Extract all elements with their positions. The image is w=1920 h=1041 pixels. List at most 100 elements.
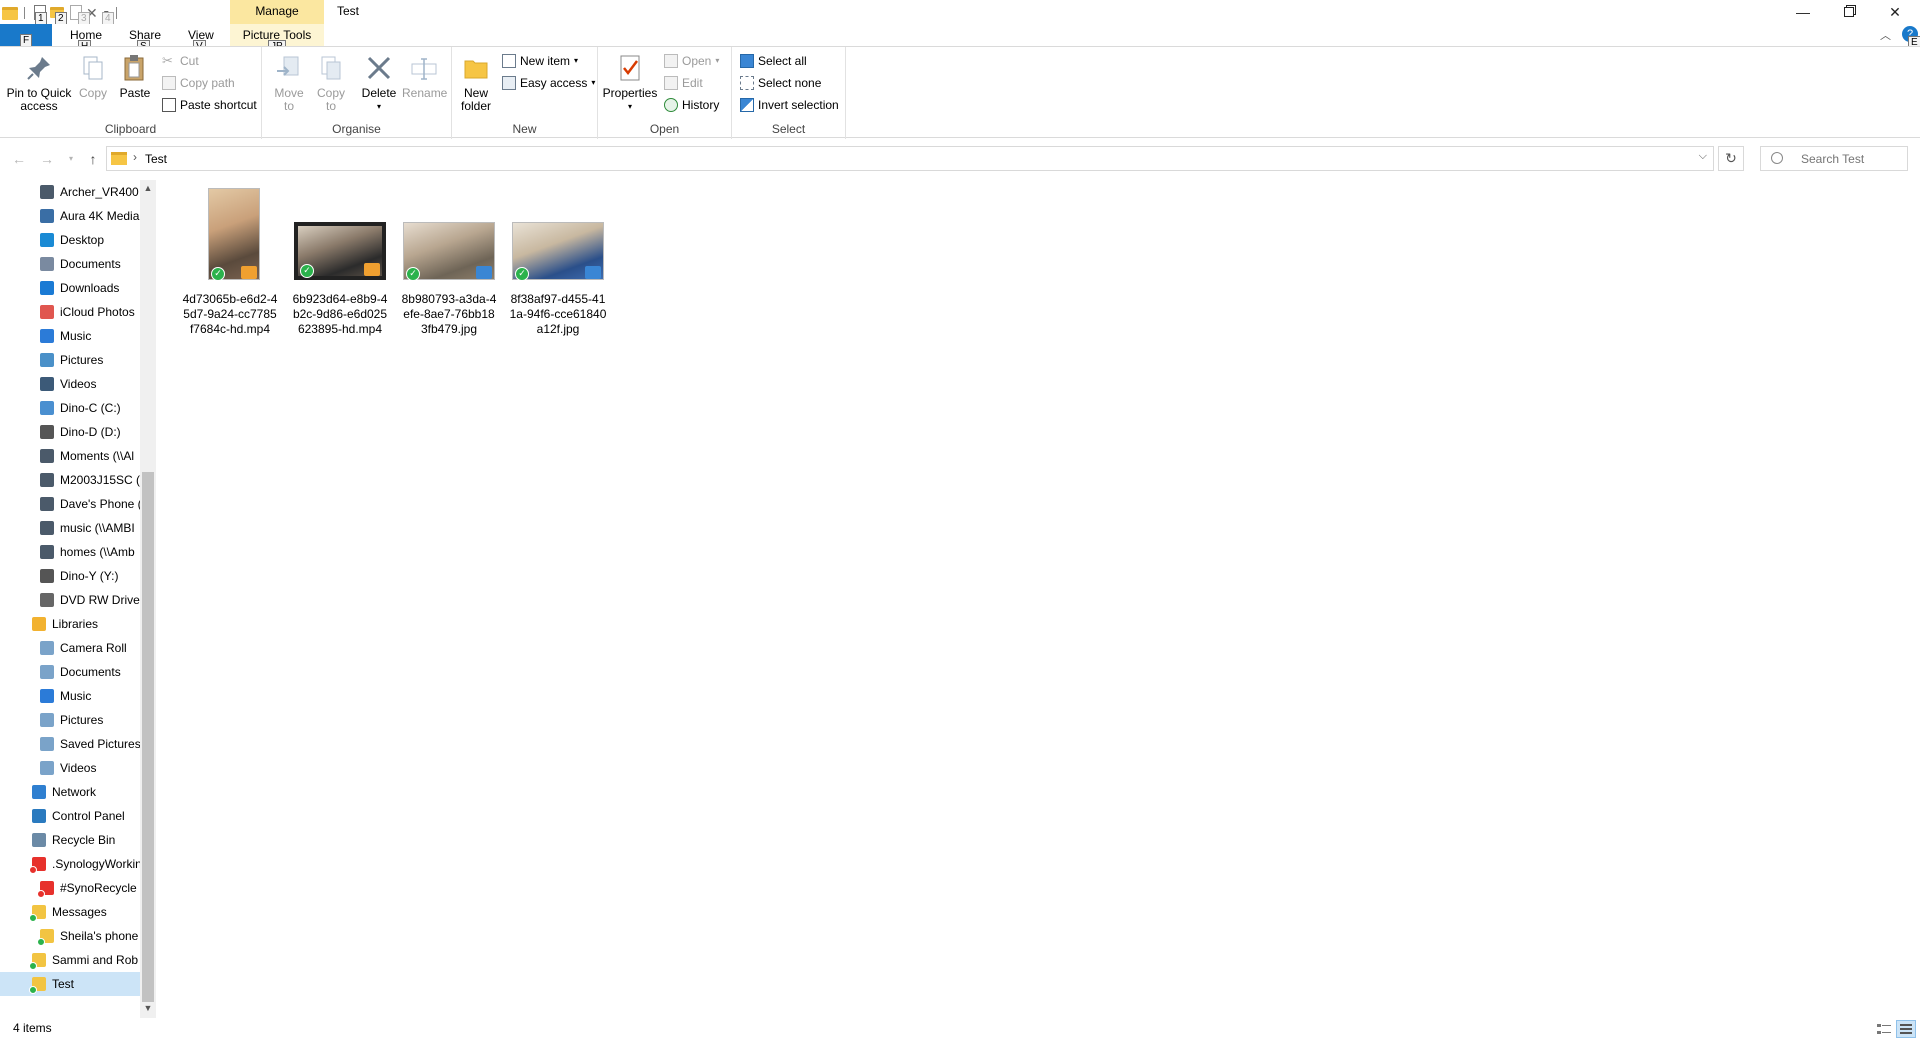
- nav-item-aura-4k-media[interactable]: Aura 4K Media: [0, 204, 140, 228]
- close-button[interactable]: ✕: [1872, 0, 1918, 24]
- pin-to-quick-access-button[interactable]: Pin to Quick access: [4, 53, 74, 113]
- select-none-button[interactable]: Select none: [740, 73, 821, 93]
- video-file-item[interactable]: ✓ 4d73065b-e6d2-4 5d7-9a24-cc7785 f7684c-hd…: [178, 188, 282, 348]
- edit-button[interactable]: Edit: [664, 73, 703, 93]
- tab-file[interactable]: F: [0, 24, 52, 47]
- nav-item-homes-amb[interactable]: homes (\\Amb: [0, 540, 140, 564]
- nav-item-dino-y-y[interactable]: Dino-Y (Y:): [0, 564, 140, 588]
- select-all-button[interactable]: Select all: [740, 51, 807, 71]
- nav-item-test[interactable]: Test: [0, 972, 140, 996]
- refresh-button[interactable]: ↻: [1718, 146, 1744, 171]
- rename-label: Rename: [402, 86, 448, 100]
- file-name: 4d73065b-e6d2-4 5d7-9a24-cc7785 f7684c-hd.…: [178, 292, 282, 337]
- nav-item-desktop[interactable]: Desktop: [0, 228, 140, 252]
- nav-item-pictures[interactable]: Pictures: [0, 708, 140, 732]
- nav-item-recycle-bin[interactable]: Recycle Bin: [0, 828, 140, 852]
- video-file-item[interactable]: ✓ 6b923d64-e8b9-4 b2c-9d86-e6d025 623895-hd…: [288, 188, 392, 348]
- image-file-item[interactable]: ✓ 8f38af97-d455-41 1a-94f6-cce61840 a12f.jp…: [506, 188, 610, 348]
- library-folder-icon: [40, 665, 54, 679]
- forward-button[interactable]: →: [38, 149, 56, 169]
- details-view-button[interactable]: [1874, 1020, 1894, 1038]
- nav-item-music[interactable]: Music: [0, 684, 140, 708]
- nav-item-videos[interactable]: Videos: [0, 756, 140, 780]
- easy-access-button[interactable]: Easy access ▾: [502, 73, 595, 93]
- invert-selection-button[interactable]: Invert selection: [740, 95, 839, 115]
- nav-item-icloud-photos[interactable]: iCloud Photos: [0, 300, 140, 324]
- search-box[interactable]: [1760, 146, 1908, 171]
- nav-item-synorecycle[interactable]: #SynoRecycle: [0, 876, 140, 900]
- breadcrumb-separator-icon[interactable]: ›: [133, 150, 137, 164]
- nav-item-synologyworkin[interactable]: .SynologyWorkin: [0, 852, 140, 876]
- nav-item-saved-pictures[interactable]: Saved Pictures: [0, 732, 140, 756]
- file-list[interactable]: ✓ 4d73065b-e6d2-4 5d7-9a24-cc7785 f7684c-hd…: [160, 180, 1920, 1018]
- open-button[interactable]: Open ▾: [664, 51, 719, 71]
- nav-item-network[interactable]: Network: [0, 780, 140, 804]
- status-bar: 4 items: [0, 1018, 1920, 1040]
- collapse-ribbon-icon[interactable]: ︿: [1880, 27, 1891, 43]
- restore-button[interactable]: [1826, 0, 1872, 24]
- nav-item-documents[interactable]: Documents: [0, 660, 140, 684]
- properties-button[interactable]: Properties ▾: [602, 53, 658, 113]
- nav-item-label: Pictures: [60, 713, 104, 727]
- rename-button[interactable]: Rename: [402, 53, 448, 100]
- move-to-button[interactable]: Move to: [270, 53, 308, 113]
- nav-scroll-thumb[interactable]: [142, 472, 154, 1002]
- minimize-button[interactable]: —: [1780, 0, 1826, 24]
- image-file-item[interactable]: ✓ 8b980793-a3da-4 efe-8ae7-76bb18 3fb479.jp…: [397, 188, 501, 348]
- nav-item-m2003j15sc[interactable]: M2003J15SC (\: [0, 468, 140, 492]
- nav-item-music[interactable]: Music: [0, 324, 140, 348]
- nav-item-messages[interactable]: Messages: [0, 900, 140, 924]
- copy-to-button[interactable]: Copy to: [312, 53, 350, 113]
- restore-icon: [1844, 7, 1854, 17]
- paste-button[interactable]: Paste: [116, 53, 154, 100]
- nav-item-videos[interactable]: Videos: [0, 372, 140, 396]
- nav-item-camera-roll[interactable]: Camera Roll: [0, 636, 140, 660]
- paste-shortcut-button[interactable]: Paste shortcut: [162, 95, 257, 115]
- address-dropdown-icon[interactable]: ⌵: [1699, 150, 1707, 163]
- select-group-label: Select: [771, 122, 806, 136]
- recent-locations-button[interactable]: ▾: [62, 149, 80, 169]
- nav-item-control-panel[interactable]: Control Panel: [0, 804, 140, 828]
- sync-error-folder-icon: [37, 881, 54, 898]
- nav-item-dvd-rw-drive[interactable]: DVD RW Drive: [0, 588, 140, 612]
- nav-item-libraries[interactable]: Libraries: [0, 612, 140, 636]
- nav-item-music-ambi[interactable]: music (\\AMBI: [0, 516, 140, 540]
- delete-label: Delete: [361, 86, 397, 100]
- nav-item-dino-c-c[interactable]: Dino-C (C:): [0, 396, 140, 420]
- nav-item-moments-al[interactable]: Moments (\\Al: [0, 444, 140, 468]
- nav-item-label: DVD RW Drive: [60, 593, 140, 607]
- nav-scrollbar[interactable]: ▲ ▼: [140, 180, 156, 1018]
- copy-to-icon: [316, 53, 346, 83]
- nav-item-downloads[interactable]: Downloads: [0, 276, 140, 300]
- copy-path-button[interactable]: Copy path: [162, 73, 235, 93]
- nav-item-sheila-s-phone[interactable]: Sheila's phone: [0, 924, 140, 948]
- nav-item-archer-vr400[interactable]: Archer_VR400: [0, 180, 140, 204]
- select-none-icon: [740, 76, 754, 90]
- delete-button[interactable]: Delete ▾: [360, 53, 398, 113]
- nav-item-dave-s-phone[interactable]: Dave's Phone (: [0, 492, 140, 516]
- search-input[interactable]: [1801, 150, 1901, 167]
- scroll-up-icon[interactable]: ▲: [140, 180, 156, 196]
- large-icons-view-button[interactable]: [1896, 1020, 1916, 1038]
- organise-group-label: Organise: [332, 122, 381, 136]
- back-button[interactable]: ←: [10, 149, 28, 169]
- file-name-line: 8b980793-a3da-4: [401, 292, 497, 306]
- nav-item-sammi-and-rob[interactable]: Sammi and Rob: [0, 948, 140, 972]
- cut-button[interactable]: ✂ Cut: [162, 51, 199, 71]
- address-bar[interactable]: › Test ⌵: [106, 146, 1714, 171]
- nav-item-dino-d-d[interactable]: Dino-D (D:): [0, 420, 140, 444]
- sync-error-folder-icon: [29, 857, 46, 874]
- nav-item-pictures[interactable]: Pictures: [0, 348, 140, 372]
- nav-item-label: Dino-C (C:): [60, 401, 121, 415]
- breadcrumb-test[interactable]: Test: [145, 152, 167, 166]
- nav-item-label: Sheila's phone: [60, 929, 139, 943]
- history-button[interactable]: History: [664, 95, 719, 115]
- new-folder-button[interactable]: New folder: [456, 53, 496, 113]
- new-item-button[interactable]: New item ▾: [502, 51, 578, 71]
- nav-item-documents[interactable]: Documents: [0, 252, 140, 276]
- scroll-down-icon[interactable]: ▼: [140, 1000, 156, 1016]
- up-button[interactable]: ↑: [84, 149, 102, 169]
- file-name-line: 4d73065b-e6d2-4: [182, 292, 278, 306]
- copy-button[interactable]: Copy: [76, 53, 110, 100]
- sync-ok-icon: ✓: [406, 267, 420, 281]
